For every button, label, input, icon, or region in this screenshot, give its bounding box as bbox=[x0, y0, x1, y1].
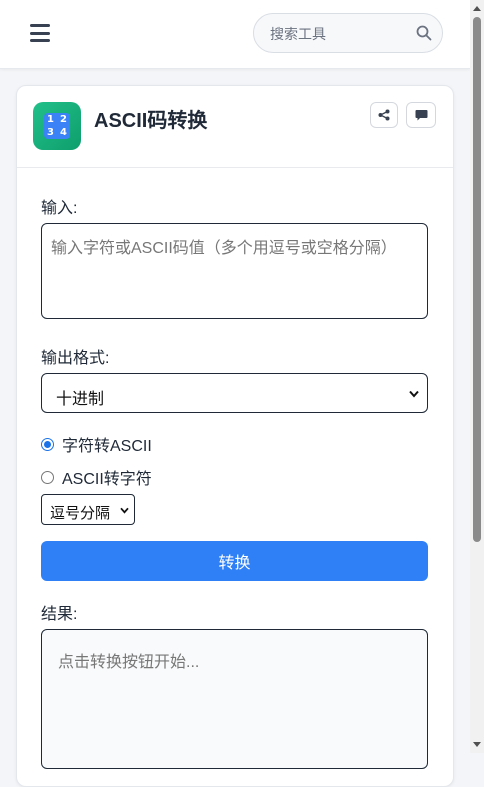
scroll-up-arrow-icon[interactable] bbox=[473, 6, 481, 11]
radio-char-to-ascii[interactable]: 字符转ASCII bbox=[41, 432, 152, 456]
output-format-label: 输出格式: bbox=[41, 350, 110, 367]
tool-title: ASCII码转换 bbox=[94, 110, 208, 132]
share-button[interactable] bbox=[370, 102, 398, 128]
search-input[interactable] bbox=[268, 14, 412, 54]
input-label: 输入: bbox=[41, 200, 78, 217]
icon-digit: 2 bbox=[60, 114, 67, 125]
radio-button[interactable] bbox=[41, 470, 54, 484]
scroll-down-arrow-icon[interactable] bbox=[473, 742, 481, 747]
tool-card: 1 2 3 4 ASCII码转换 输入: 输出格式: 十进制 bbox=[16, 85, 454, 787]
separator-value: 逗号分隔 bbox=[50, 505, 111, 522]
scrollbar-thumb[interactable] bbox=[473, 17, 481, 542]
output-format-select[interactable]: 十进制 bbox=[41, 373, 428, 413]
radio-button-checked[interactable] bbox=[41, 437, 54, 451]
top-bar bbox=[0, 0, 470, 69]
search-box[interactable] bbox=[253, 13, 443, 54]
radio-label: ASCII转字符 bbox=[62, 471, 152, 488]
page-scrollbar[interactable] bbox=[470, 0, 484, 753]
result-output[interactable] bbox=[41, 629, 428, 769]
separator-select[interactable]: 逗号分隔 bbox=[41, 494, 135, 525]
output-format-value: 十进制 bbox=[56, 391, 105, 408]
chevron-down-icon bbox=[409, 390, 419, 398]
icon-digit: 4 bbox=[60, 127, 67, 138]
icon-digit: 3 bbox=[47, 127, 54, 138]
radio-ascii-to-char[interactable]: ASCII转字符 bbox=[41, 465, 152, 489]
radio-label: 字符转ASCII bbox=[62, 438, 152, 455]
numbers-1234-icon: 1 2 3 4 bbox=[33, 102, 81, 150]
comment-button[interactable] bbox=[406, 102, 436, 128]
comment-icon bbox=[415, 110, 427, 121]
result-label: 结果: bbox=[41, 606, 78, 623]
chevron-down-icon bbox=[120, 507, 129, 514]
convert-button[interactable]: 转换 bbox=[41, 541, 428, 581]
hamburger-menu-icon[interactable] bbox=[30, 24, 50, 42]
search-icon[interactable] bbox=[416, 25, 432, 41]
tool-card-header: 1 2 3 4 ASCII码转换 bbox=[17, 86, 453, 168]
icon-digit: 1 bbox=[47, 114, 54, 125]
input-textarea[interactable] bbox=[41, 223, 428, 319]
share-icon bbox=[378, 109, 390, 121]
